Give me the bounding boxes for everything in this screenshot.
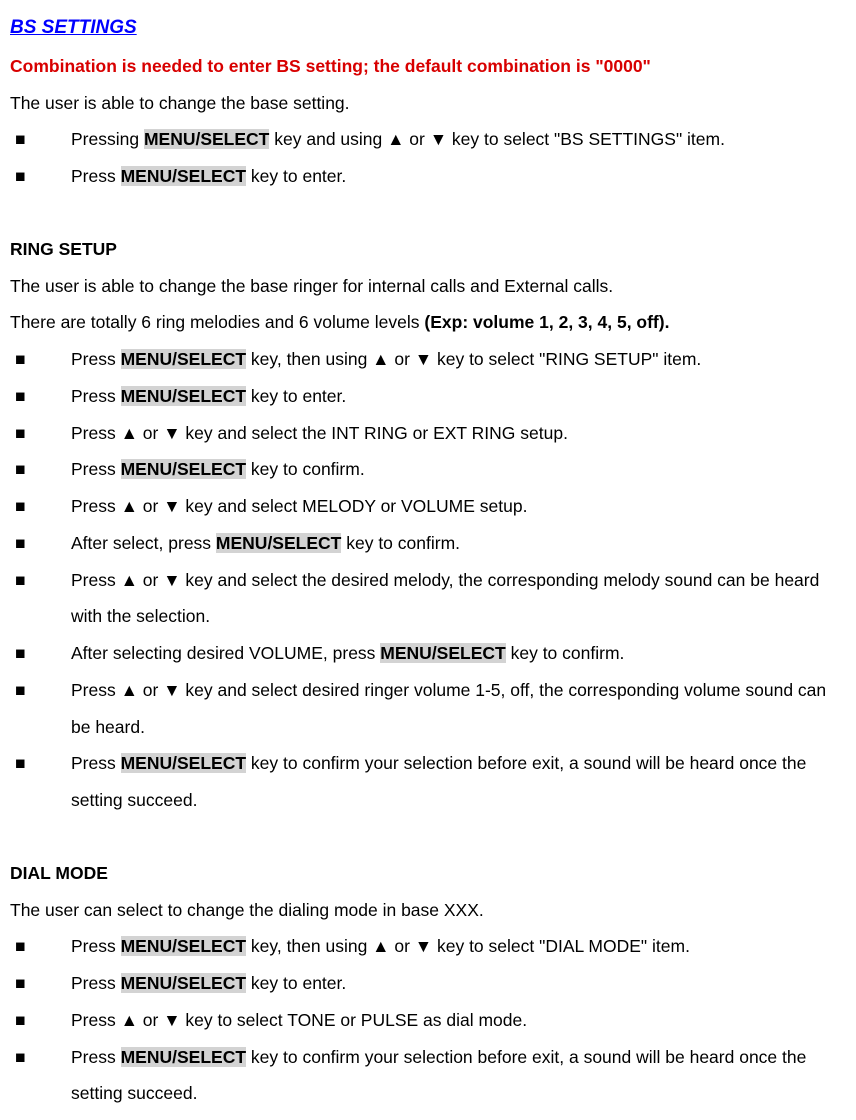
bullet-icon: ■: [10, 415, 71, 452]
list-item-text: Press MENU/SELECT key, then using ▲ or ▼…: [71, 341, 846, 378]
list-item-text: Press ▲ or ▼ key and select the desired …: [71, 562, 846, 636]
bullet-icon: ■: [10, 341, 71, 378]
list-item: ■ Press MENU/SELECT key, then using ▲ or…: [10, 928, 846, 965]
list-item: ■ Press MENU/SELECT key to enter.: [10, 158, 846, 195]
dial-mode-line1: The user can select to change the dialin…: [10, 892, 846, 929]
bullet-icon: ■: [10, 562, 71, 599]
page-title: BS SETTINGS: [10, 8, 846, 48]
bullet-icon: ■: [10, 378, 71, 415]
bullet-icon: ■: [10, 928, 71, 965]
list-item: ■ After selecting desired VOLUME, press …: [10, 635, 846, 672]
list-item-text: Press ▲ or ▼ key and select the INT RING…: [71, 415, 846, 452]
bullet-icon: ■: [10, 635, 71, 672]
list-item: ■ Press ▲ or ▼ key and select MELODY or …: [10, 488, 846, 525]
list-item-text: Press ▲ or ▼ key and select desired ring…: [71, 672, 846, 746]
list-item-text: Press ▲ or ▼ key to select TONE or PULSE…: [71, 1002, 846, 1039]
ring-setup-heading: RING SETUP: [10, 231, 846, 268]
dial-mode-heading: DIAL MODE: [10, 855, 846, 892]
list-item-text: After selecting desired VOLUME, press ME…: [71, 635, 846, 672]
list-item-text: Press ▲ or ▼ key and select MELODY or VO…: [71, 488, 846, 525]
list-item-text: Pressing MENU/SELECT key and using ▲ or …: [71, 121, 846, 158]
list-item: ■ Press ▲ or ▼ key and select desired ri…: [10, 672, 846, 746]
combination-note: Combination is needed to enter BS settin…: [10, 48, 846, 85]
list-item: ■ Press MENU/SELECT key to confirm.: [10, 451, 846, 488]
dial-mode-bullets: ■ Press MENU/SELECT key, then using ▲ or…: [10, 928, 846, 1112]
bullet-icon: ■: [10, 965, 71, 1002]
list-item-text: Press MENU/SELECT key to confirm your se…: [71, 745, 846, 819]
list-item-text: Press MENU/SELECT key to confirm your se…: [71, 1039, 846, 1113]
bullet-icon: ■: [10, 158, 71, 195]
bullet-icon: ■: [10, 745, 71, 782]
list-item: ■ Press MENU/SELECT key to enter.: [10, 965, 846, 1002]
list-item: ■ After select, press MENU/SELECT key to…: [10, 525, 846, 562]
bullet-icon: ■: [10, 1002, 71, 1039]
ring-setup-line1: The user is able to change the base ring…: [10, 268, 846, 305]
list-item: ■ Press ▲ or ▼ key and select the desire…: [10, 562, 846, 636]
list-item: ■ Press ▲ or ▼ key and select the INT RI…: [10, 415, 846, 452]
intro-text: The user is able to change the base sett…: [10, 85, 846, 122]
ring-setup-bullets: ■ Press MENU/SELECT key, then using ▲ or…: [10, 341, 846, 819]
list-item-text: Press MENU/SELECT key to enter.: [71, 378, 846, 415]
bullet-icon: ■: [10, 525, 71, 562]
list-item: ■ Press ▲ or ▼ key to select TONE or PUL…: [10, 1002, 846, 1039]
bullet-icon: ■: [10, 488, 71, 525]
list-item-text: After select, press MENU/SELECT key to c…: [71, 525, 846, 562]
bullet-icon: ■: [10, 1039, 71, 1076]
list-item-text: Press MENU/SELECT key to enter.: [71, 158, 846, 195]
bullet-icon: ■: [10, 672, 71, 709]
ring-setup-line2: There are totally 6 ring melodies and 6 …: [10, 304, 846, 341]
list-item-text: Press MENU/SELECT key, then using ▲ or ▼…: [71, 928, 846, 965]
list-item: ■ Press MENU/SELECT key to confirm your …: [10, 745, 846, 819]
bullet-icon: ■: [10, 451, 71, 488]
list-item: ■ Press MENU/SELECT key to enter.: [10, 378, 846, 415]
list-item-text: Press MENU/SELECT key to enter.: [71, 965, 846, 1002]
list-item: ■ Press MENU/SELECT key to confirm your …: [10, 1039, 846, 1113]
list-item: ■ Press MENU/SELECT key, then using ▲ or…: [10, 341, 846, 378]
bullet-icon: ■: [10, 121, 71, 158]
list-item-text: Press MENU/SELECT key to confirm.: [71, 451, 846, 488]
list-item: ■ Pressing MENU/SELECT key and using ▲ o…: [10, 121, 846, 158]
intro-bullets: ■ Pressing MENU/SELECT key and using ▲ o…: [10, 121, 846, 195]
